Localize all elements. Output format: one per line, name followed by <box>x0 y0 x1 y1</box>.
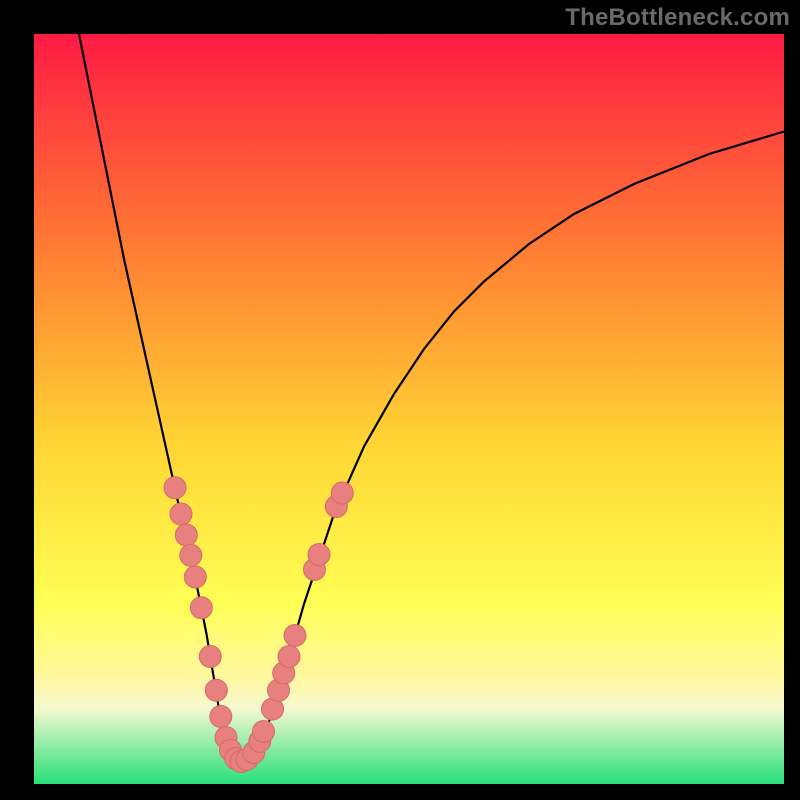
data-marker <box>170 503 192 525</box>
plot-area <box>34 34 784 784</box>
data-marker <box>331 482 353 504</box>
data-marker <box>199 646 221 668</box>
data-marker <box>278 646 300 668</box>
gradient-background <box>34 34 784 784</box>
data-marker <box>164 477 186 499</box>
watermark-text: TheBottleneck.com <box>565 4 790 32</box>
data-marker <box>308 544 330 566</box>
data-marker <box>253 721 275 743</box>
data-marker <box>205 679 227 701</box>
bottleneck-chart <box>34 34 784 784</box>
data-marker <box>184 566 206 588</box>
data-marker <box>180 544 202 566</box>
data-marker <box>210 706 232 728</box>
data-marker <box>284 625 306 647</box>
data-marker <box>175 524 197 546</box>
chart-frame: TheBottleneck.com <box>0 0 800 800</box>
data-marker <box>190 597 212 619</box>
